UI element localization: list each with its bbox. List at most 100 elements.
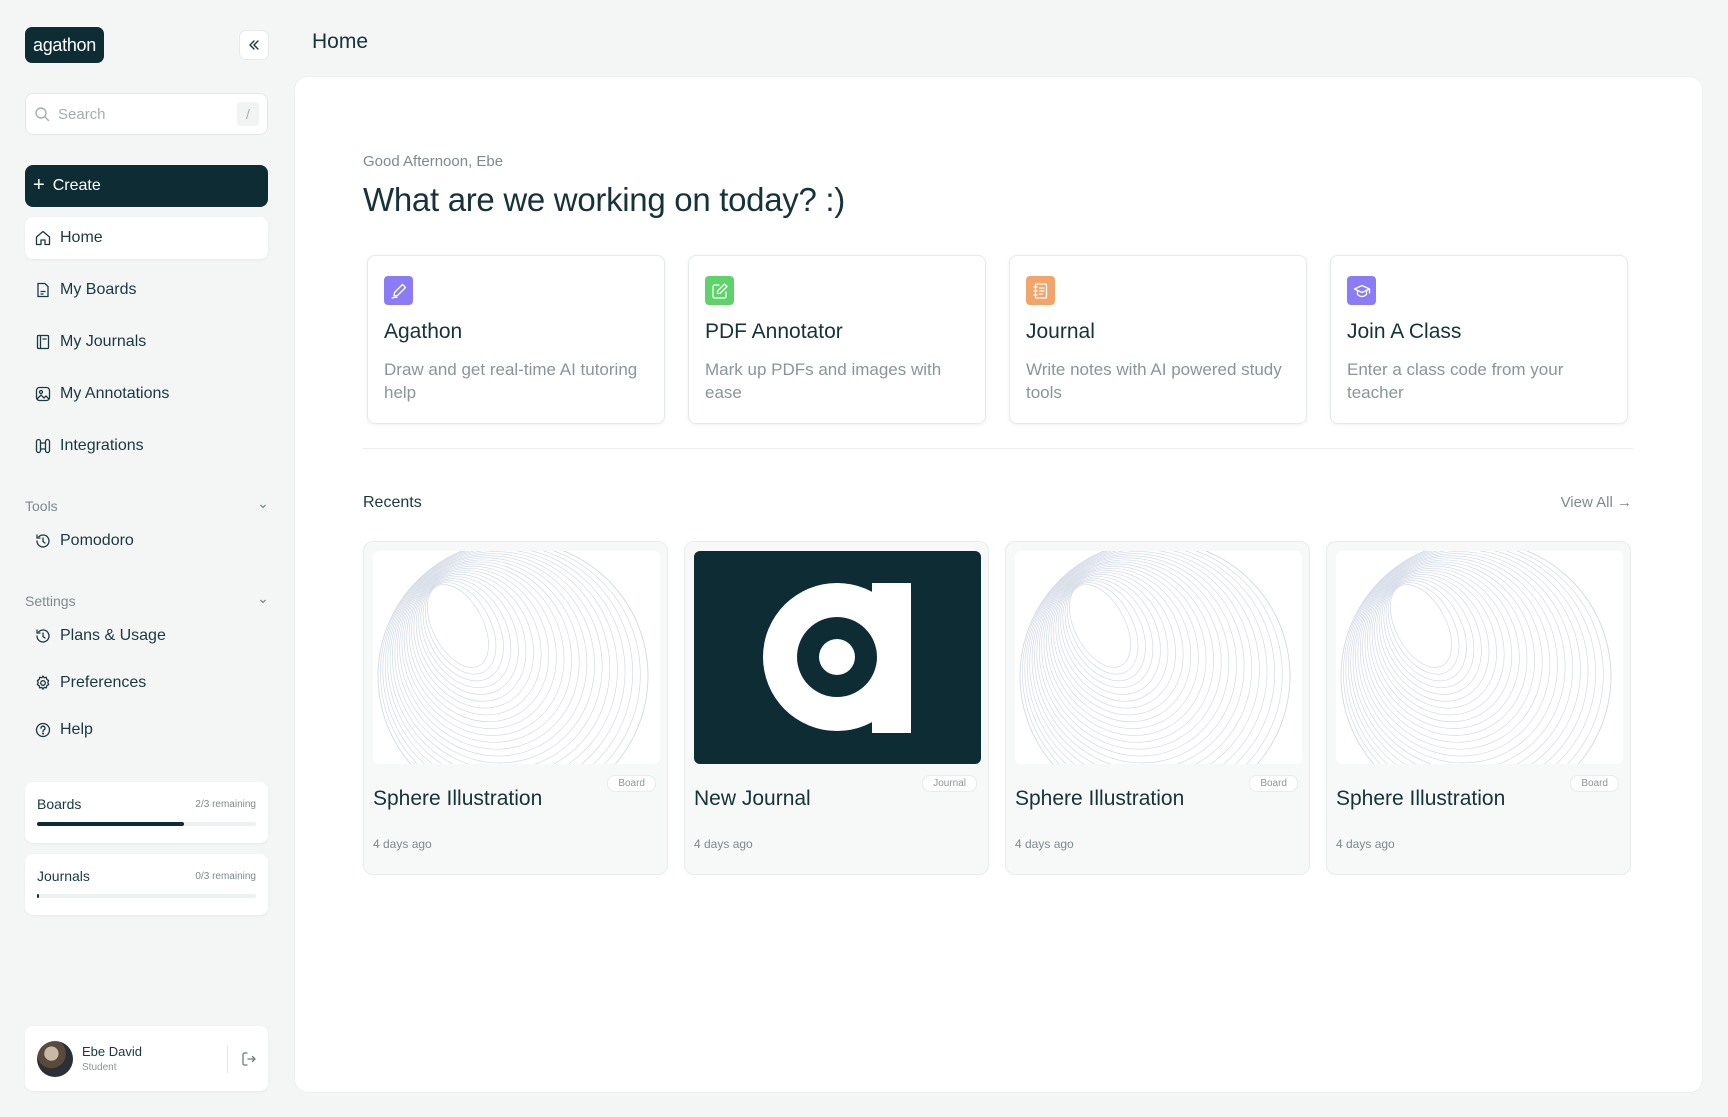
agathon-logo-icon (763, 583, 911, 733)
journals-usage-card: Journals 0/3 remaining (25, 854, 268, 915)
divider (227, 1044, 228, 1073)
type-badge: Board (607, 775, 656, 792)
sidebar-item-label: Home (60, 229, 103, 246)
feature-description: Write notes with AI powered study tools (1026, 360, 1282, 402)
recent-date: 4 days ago (373, 837, 432, 851)
sidebar-item-home[interactable]: Home (25, 217, 268, 259)
recent-title: Sphere Illustration (1015, 787, 1185, 810)
boards-usage-card: Boards 2/3 remaining (25, 782, 268, 843)
sidebar-item-label: My Annotations (60, 385, 170, 402)
feature-title: PDF Annotator (705, 320, 843, 343)
section-divider (363, 448, 1633, 449)
sidebar-item-plans-usage[interactable]: Plans & Usage (25, 615, 268, 657)
home-icon (35, 230, 51, 246)
chevron-down-icon (260, 599, 266, 604)
feature-card-pdf-annotator[interactable]: PDF Annotator Mark up PDFs and images wi… (688, 255, 986, 424)
search-input[interactable]: Search / (25, 93, 268, 135)
sidebar-item-label: Preferences (60, 674, 147, 691)
sphere-thumbnail (1336, 551, 1623, 764)
greeting: Good Afternoon, Ebe (363, 153, 504, 170)
search-shortcut-key: / (237, 102, 259, 126)
recent-date: 4 days ago (1336, 837, 1395, 851)
chevrons-left-icon (249, 40, 259, 50)
graduation-icon (1347, 276, 1376, 305)
create-label: Create (52, 177, 101, 194)
feature-card-journal[interactable]: Journal Write notes with AI powered stud… (1009, 255, 1307, 424)
main-panel: Good Afternoon, Ebe What are we working … (294, 76, 1703, 1093)
profile-name: Ebe David (82, 1044, 142, 1059)
gear-icon (36, 675, 50, 690)
page-title: Home (312, 30, 369, 53)
profile-role: Student (82, 1062, 117, 1073)
feature-title: Journal (1026, 320, 1095, 343)
usage-title: Boards (37, 796, 82, 812)
usage-remaining: 0/3 remaining (195, 870, 256, 882)
recents-heading: Recents (363, 494, 422, 511)
type-badge: Board (1249, 775, 1298, 792)
usage-title: Journals (37, 868, 90, 884)
feature-title: Agathon (384, 320, 463, 343)
recent-date: 4 days ago (694, 837, 753, 851)
type-badge: Board (1570, 775, 1619, 792)
feature-card-join-class[interactable]: Join A Class Enter a class code from you… (1330, 255, 1628, 424)
app-logo[interactable]: agathon (25, 27, 104, 63)
sidebar-item-my-boards[interactable]: My Boards (25, 269, 268, 311)
recent-card[interactable]: Board Sphere Illustration 4 days ago (1005, 541, 1310, 875)
sidebar: agathon Search / + Create Home My Boards… (0, 0, 290, 1117)
usage-remaining: 2/3 remaining (195, 798, 256, 810)
tools-section-header[interactable]: Tools (25, 498, 268, 514)
feature-description: Mark up PDFs and images with ease (705, 360, 942, 402)
sidebar-item-my-journals[interactable]: My Journals (25, 321, 268, 363)
sidebar-item-pomodoro[interactable]: Pomodoro (25, 520, 268, 562)
settings-label: Settings (25, 593, 76, 609)
usage-progress-bar (37, 894, 256, 898)
sidebar-item-label: Plans & Usage (60, 627, 166, 644)
avatar (37, 1040, 73, 1077)
recent-card[interactable]: Board Sphere Illustration 4 days ago (363, 541, 668, 875)
type-badge: Journal (922, 775, 977, 792)
usage-progress-fill (37, 894, 40, 898)
image-icon (35, 386, 51, 402)
journal-icon (36, 334, 50, 350)
feature-description: Enter a class code from your teacher (1347, 360, 1564, 402)
journal-logo-thumbnail (694, 551, 981, 764)
headline: What are we working on today? :) (363, 181, 845, 218)
sphere-thumbnail (1015, 551, 1302, 764)
sidebar-item-label: Pomodoro (60, 532, 134, 549)
sidebar-item-integrations[interactable]: Integrations (25, 425, 268, 467)
create-button[interactable]: + Create (25, 165, 268, 207)
sidebar-item-my-annotations[interactable]: My Annotations (25, 373, 268, 415)
pen-icon (384, 276, 413, 305)
boards-icon (37, 282, 49, 298)
integrations-icon (35, 438, 51, 454)
help-icon (35, 722, 51, 738)
sidebar-item-help[interactable]: Help (25, 709, 268, 751)
recent-card[interactable]: Journal New Journal 4 days ago (684, 541, 989, 875)
sidebar-item-label: My Boards (60, 281, 137, 298)
feature-title: Join A Class (1347, 320, 1462, 343)
recent-title: Sphere Illustration (1336, 787, 1506, 810)
history-icon (36, 534, 50, 548)
sidebar-item-preferences[interactable]: Preferences (25, 662, 268, 704)
sidebar-item-label: Integrations (60, 437, 144, 454)
recent-title: New Journal (694, 787, 811, 810)
logout-icon[interactable] (240, 1050, 258, 1068)
user-profile[interactable]: Ebe David Student (25, 1026, 268, 1091)
usage-progress-bar (37, 822, 256, 826)
feature-card-agathon[interactable]: Agathon Draw and get real-time AI tutori… (367, 255, 665, 424)
collapse-sidebar-button[interactable] (239, 30, 269, 60)
settings-section-header[interactable]: Settings (25, 593, 268, 609)
feature-description: Draw and get real-time AI tutoring help (384, 360, 638, 402)
chevron-down-icon (260, 504, 266, 509)
tools-label: Tools (25, 498, 58, 514)
sidebar-item-label: My Journals (60, 333, 147, 350)
history-icon (36, 629, 50, 643)
search-placeholder: Search (58, 105, 106, 123)
recent-title: Sphere Illustration (373, 787, 543, 810)
search-icon (35, 107, 50, 122)
sidebar-item-label: Help (60, 721, 93, 738)
usage-progress-fill (37, 822, 184, 826)
view-all-link[interactable]: View All → (1561, 494, 1632, 511)
plus-icon: + (33, 173, 45, 196)
recent-card[interactable]: Board Sphere Illustration 4 days ago (1326, 541, 1631, 875)
